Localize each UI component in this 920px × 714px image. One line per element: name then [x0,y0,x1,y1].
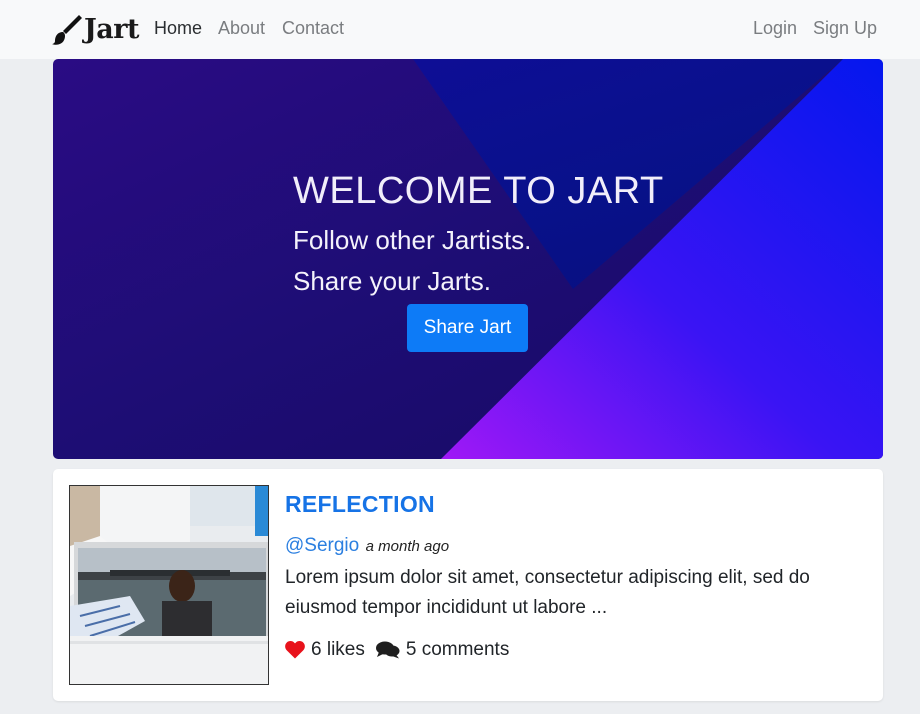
post-title[interactable]: REFLECTION [285,491,435,518]
hero-banner: WELCOME TO JART Follow other Jartists. S… [53,59,883,459]
nav-link-home[interactable]: Home [154,18,202,39]
post-thumbnail[interactable] [69,485,269,685]
comments-stat[interactable]: 5 comments [375,639,510,661]
post-author-link[interactable]: @Sergio [285,535,359,556]
brand-name: Jart [84,13,139,45]
login-link[interactable]: Login [753,18,797,39]
post-timestamp: a month ago [365,538,450,555]
paintbrush-icon [52,12,82,46]
hero-background [53,59,883,459]
nav-link-contact[interactable]: Contact [282,18,344,39]
comments-count: 5 comments [405,639,510,660]
comments-icon [375,641,400,659]
navbar: Jart Home About Contact Login Sign Up [0,0,920,59]
post-meta: @Sergio a month ago [285,535,449,557]
hero-tagline-share: Share your Jarts. [293,266,491,296]
nav-link-about[interactable]: About [218,18,265,39]
post-stats: 6 likes 5 comments [285,639,509,661]
post-card: REFLECTION @Sergio a month ago Lorem ips… [53,469,883,701]
likes-count: 6 likes [311,639,365,660]
likes-stat[interactable]: 6 likes [285,639,365,661]
hero-tagline-follow: Follow other Jartists. [293,225,532,255]
hero-title: WELCOME TO JART [293,170,664,212]
brand-logo[interactable]: Jart [52,10,139,48]
post-excerpt: Lorem ipsum dolor sit amet, consectetur … [285,567,810,618]
share-jart-button[interactable]: Share Jart [407,304,528,352]
signup-link[interactable]: Sign Up [813,18,877,39]
heart-icon [285,641,305,659]
